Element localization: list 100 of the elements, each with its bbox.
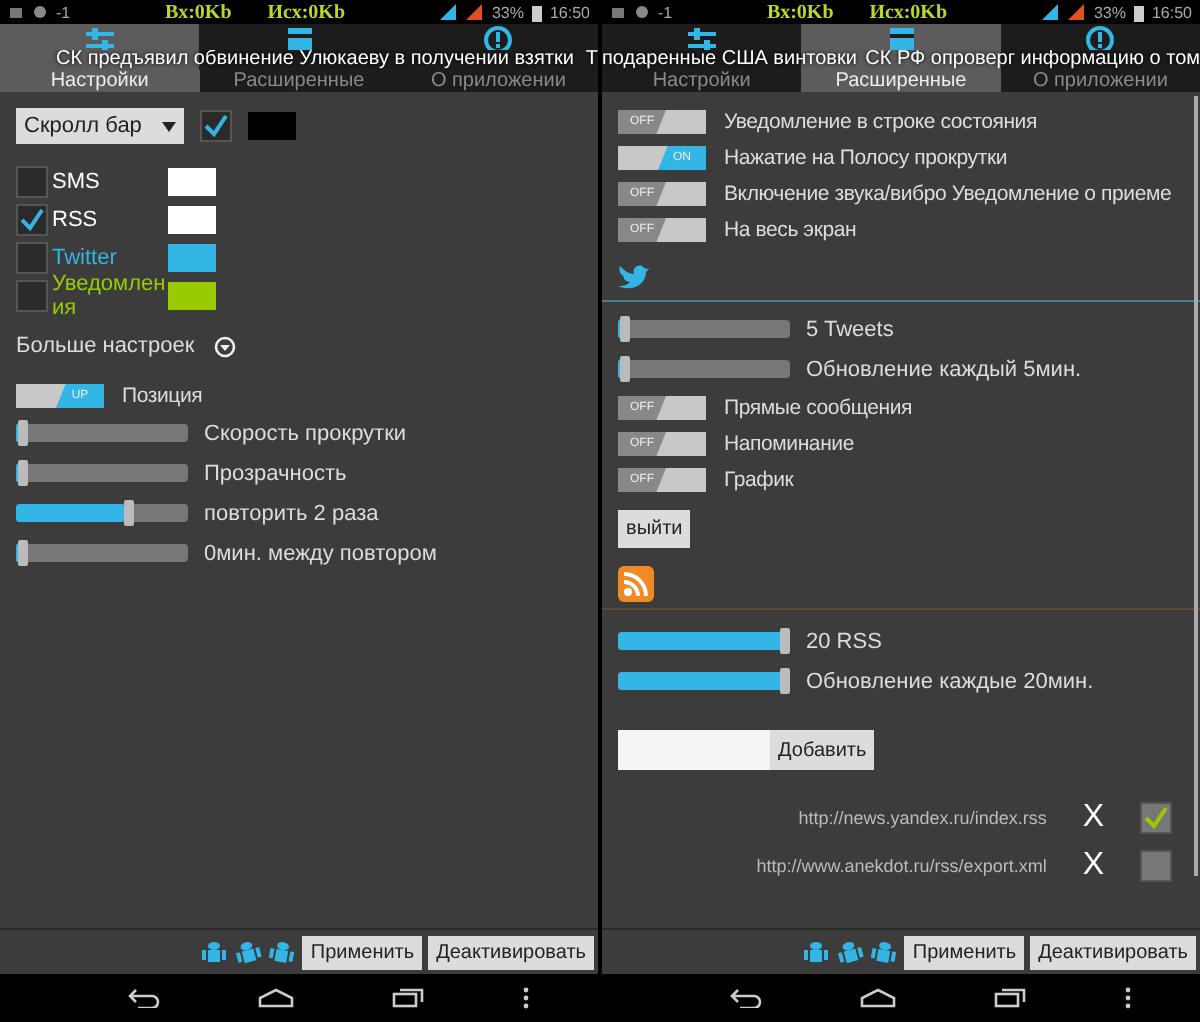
remove-feed-button[interactable]: X <box>1082 800 1104 836</box>
add-button[interactable]: Добавить <box>770 730 875 770</box>
tab[interactable]: Настройки <box>602 70 802 92</box>
home-icon[interactable] <box>258 988 295 1008</box>
notification-count: -1 <box>658 3 673 21</box>
slider-label: 5 Tweets <box>806 317 894 341</box>
checkbox[interactable] <box>200 110 232 142</box>
toggle-label: На весь экран <box>724 218 857 242</box>
slider-thumb[interactable] <box>17 420 28 446</box>
recent-apps-icon[interactable] <box>993 988 1026 1008</box>
slider-track[interactable] <box>618 360 790 378</box>
caret-icon <box>162 121 176 131</box>
notification-icon <box>8 4 24 20</box>
source-label: Уведомления <box>50 272 168 320</box>
back-icon[interactable] <box>730 988 763 1008</box>
toggle-label: Прямые сообщения <box>724 396 913 420</box>
slider-track[interactable] <box>16 464 188 482</box>
news-ticker-text: СК РФ опроверг информацию о том <box>865 50 1200 70</box>
toggle-label: Позиция <box>122 384 203 408</box>
checkbox[interactable] <box>16 242 48 274</box>
menu-icon[interactable] <box>521 986 530 1010</box>
color-swatch[interactable] <box>168 244 216 272</box>
slider-thumb[interactable] <box>123 500 134 526</box>
apply-button[interactable]: Применить <box>904 935 1025 969</box>
url-input-field[interactable] <box>618 730 770 770</box>
remove-feed-button[interactable]: X <box>1082 848 1104 884</box>
battery-icon <box>531 3 542 21</box>
source-label: RSS <box>50 208 100 232</box>
slider-thumb[interactable] <box>780 668 791 694</box>
source-label: SMS <box>50 170 102 194</box>
color-swatch[interactable] <box>168 206 216 234</box>
color-swatch[interactable] <box>248 112 296 140</box>
notification-count: -1 <box>56 3 71 21</box>
slider-thumb[interactable] <box>619 316 630 342</box>
slider-label: повторить 2 раза <box>204 501 379 525</box>
deactivate-button[interactable]: Деактивировать <box>1030 935 1196 969</box>
dropdown[interactable]: Скролл бар <box>16 108 184 144</box>
slider-label: Прозрачность <box>204 461 347 485</box>
rss-icon <box>618 566 654 602</box>
slider-track[interactable] <box>16 424 188 442</box>
outgoing-traffic: Исх:0Kb <box>267 1 346 23</box>
tab[interactable]: О приложении <box>1000 70 1200 92</box>
notification-icon <box>610 4 626 20</box>
apply-button[interactable]: Применить <box>302 935 423 969</box>
checkbox[interactable] <box>16 204 48 236</box>
source-label: Twitter <box>50 246 119 270</box>
battery-percent: 33% <box>1093 3 1126 21</box>
checkbox[interactable] <box>16 166 48 198</box>
feed-url: http://www.anekdot.ru/rss/export.xml <box>756 856 1047 876</box>
toggle-label: Нажатие на Полосу прокрутки <box>724 146 1007 170</box>
slider-thumb[interactable] <box>17 540 28 566</box>
news-ticker-text: подаренные США винтовки <box>602 50 857 70</box>
color-swatch[interactable] <box>168 282 216 310</box>
bird-icon <box>618 263 650 289</box>
back-icon[interactable] <box>128 988 161 1008</box>
menu-icon[interactable] <box>1123 986 1132 1010</box>
outgoing-traffic: Исх:0Kb <box>869 1 948 23</box>
checkbox[interactable] <box>16 280 48 312</box>
slider-thumb[interactable] <box>619 356 630 382</box>
recent-apps-icon[interactable] <box>391 988 424 1008</box>
tab[interactable]: Расширенные <box>199 70 399 92</box>
wifi-signal-icon <box>439 4 458 20</box>
exit-button[interactable]: выйти <box>618 510 691 548</box>
slider-label: Обновление каждый 5мин. <box>806 357 1082 381</box>
slider-label: 0мин. между повтором <box>204 541 437 565</box>
battery-icon <box>1133 3 1144 21</box>
wifi-signal-icon <box>1041 4 1060 20</box>
checkbox[interactable] <box>1140 850 1172 882</box>
news-ticker-text: Т <box>585 50 598 70</box>
info-icon <box>480 24 517 50</box>
deactivate-button[interactable]: Деактивировать <box>428 935 594 969</box>
slider-track[interactable] <box>16 504 188 522</box>
color-swatch[interactable] <box>168 168 216 196</box>
battery-percent: 33% <box>491 3 524 21</box>
sliders-icon <box>81 24 118 50</box>
info-icon <box>1082 24 1119 50</box>
cell-signal-icon <box>1067 4 1086 20</box>
clock: 16:50 <box>549 3 590 21</box>
cell-signal-icon <box>465 4 484 20</box>
slider-thumb[interactable] <box>17 460 28 486</box>
news-ticker-text: СК предъявил обвинение Улюкаеву в получении взятки <box>56 50 574 70</box>
toggle-label: Включение звука/вибро Уведомление о приеме <box>724 182 1172 206</box>
sliders-icon <box>683 24 720 50</box>
slider-track[interactable] <box>618 320 790 338</box>
incoming-traffic: Вх:0Kb <box>767 1 834 23</box>
slider-label: Скорость прокрутки <box>204 421 407 445</box>
checkbox[interactable] <box>1140 802 1172 834</box>
toggle-label: Уведомление в строке состояния <box>724 110 1037 134</box>
clock: 16:50 <box>1151 3 1192 21</box>
toggle-label: График <box>724 468 794 492</box>
expand-icon[interactable] <box>214 335 237 357</box>
feed-url: http://news.yandex.ru/index.rss <box>798 808 1047 828</box>
slider-track[interactable] <box>16 544 188 562</box>
incoming-traffic: Вх:0Kb <box>165 1 232 23</box>
more-settings-label: Больше настроек <box>16 334 195 358</box>
slider-label: 20 RSS <box>806 629 882 653</box>
slider-thumb[interactable] <box>780 628 791 654</box>
home-icon[interactable] <box>860 988 897 1008</box>
tab[interactable]: О приложении <box>398 70 599 92</box>
toggle-label: Напоминание <box>724 432 854 456</box>
